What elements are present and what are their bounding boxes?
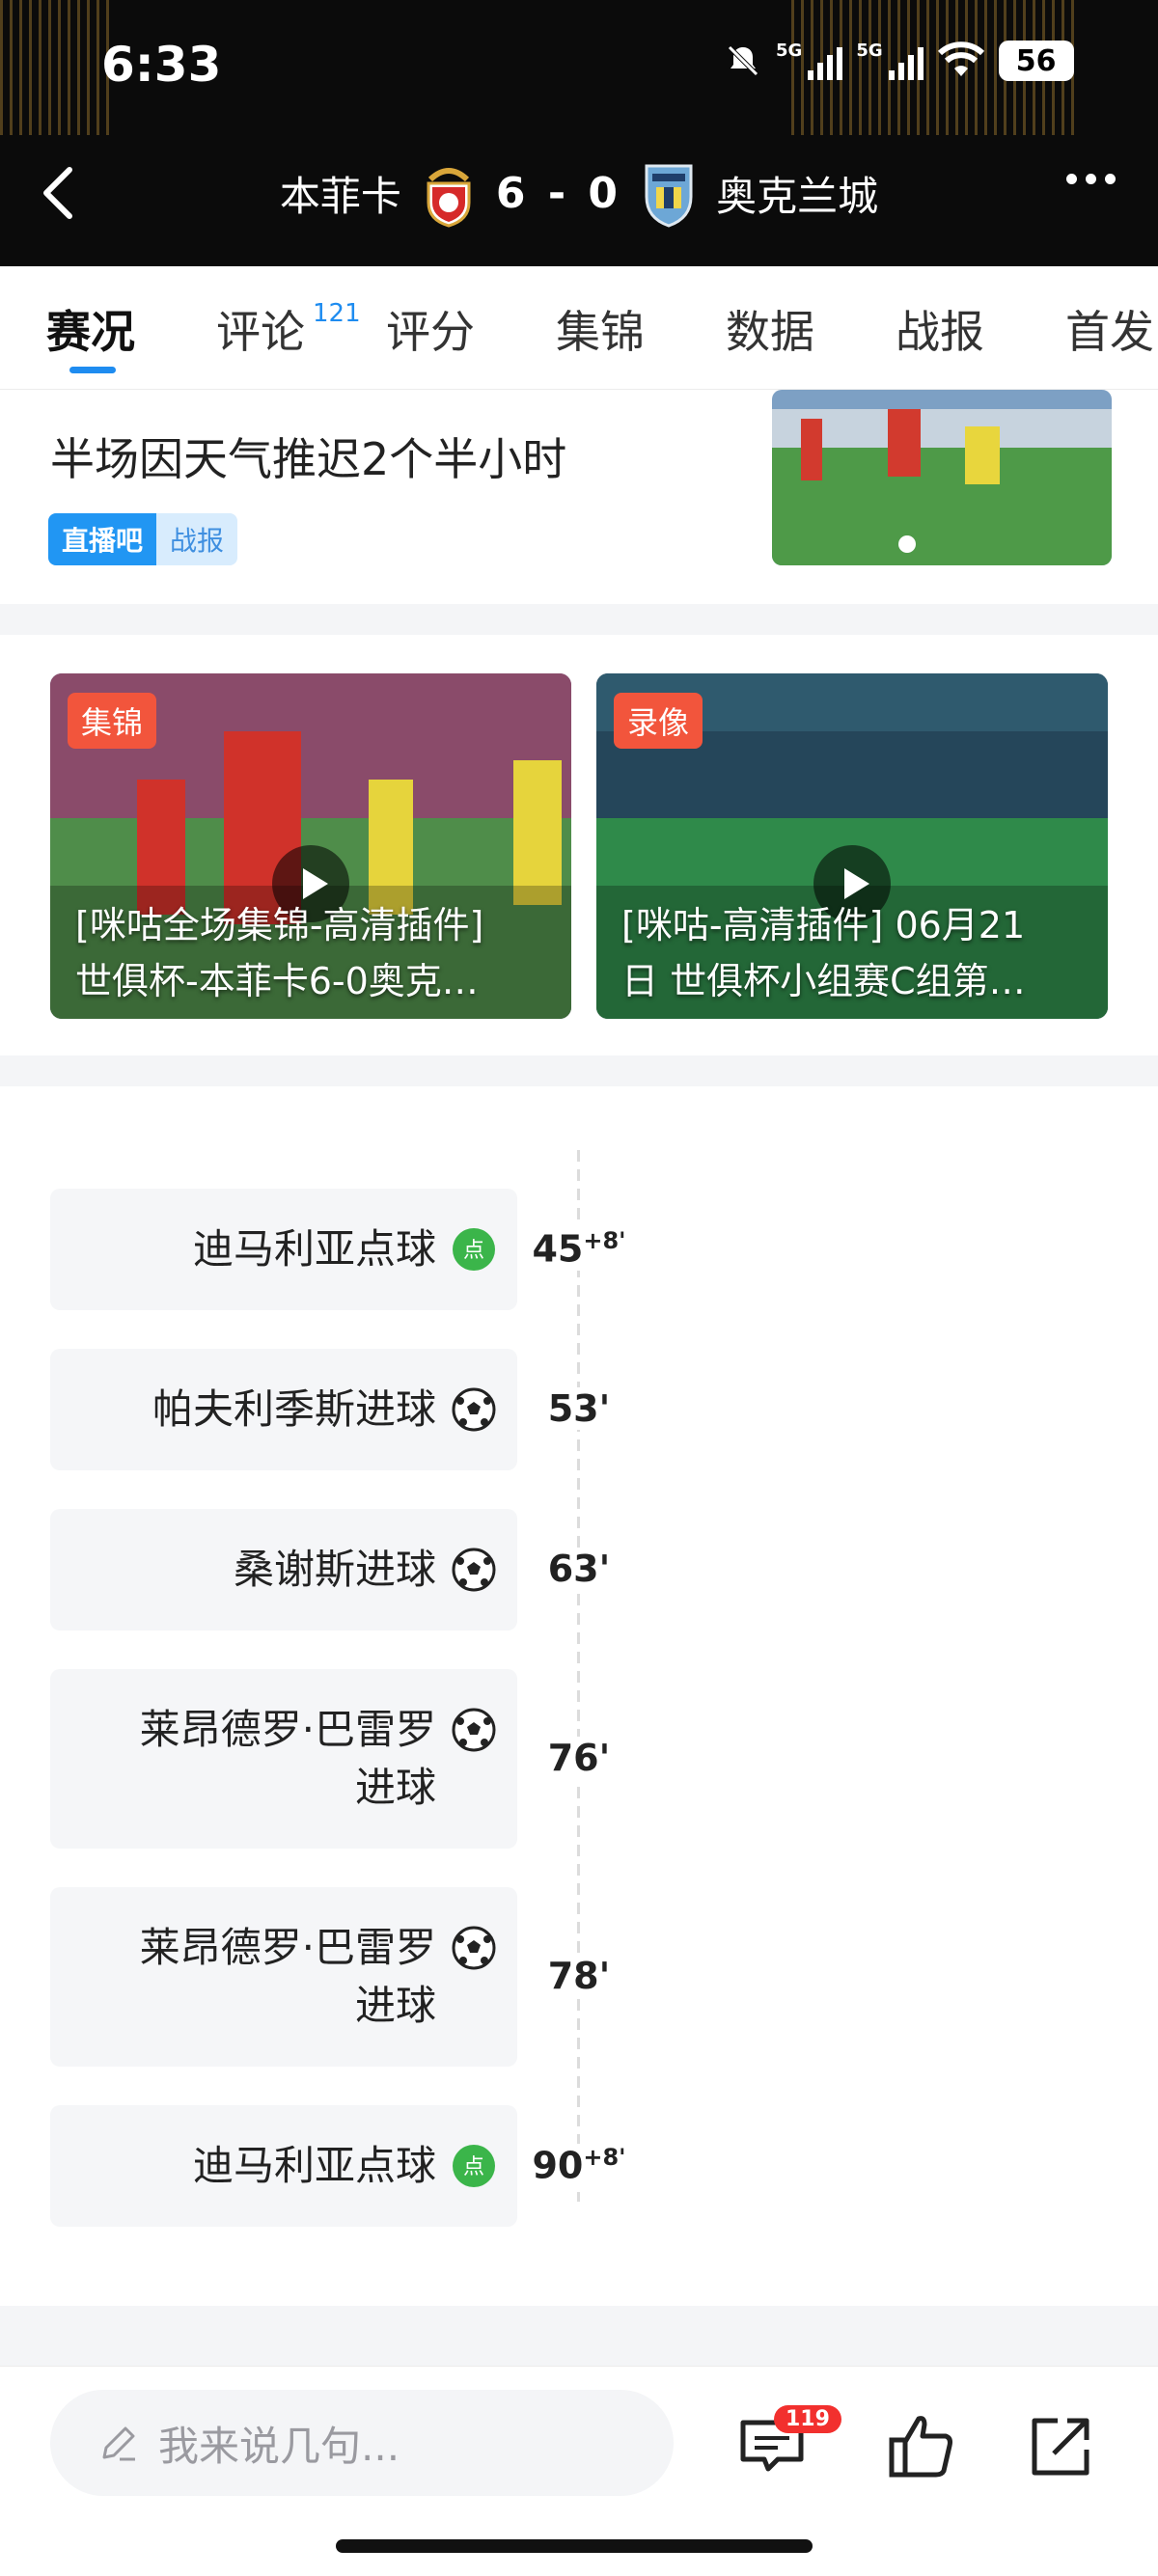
event-text: 桑谢斯进球: [233, 1546, 436, 1593]
svg-text:点: 点: [463, 2155, 484, 2179]
event-text: 帕夫利季斯进球: [152, 1385, 436, 1433]
comment-input[interactable]: 我来说几句...: [50, 2390, 674, 2496]
event-minute: 63': [521, 1548, 637, 1590]
match-score-bar: 本菲卡 6 - 0 奥克兰城: [0, 150, 1158, 236]
events-timeline: 迪马利亚点球 点 45+8' 帕夫利季斯进球 53' 桑谢斯进球 63' 莱昂德…: [0, 1086, 1158, 2306]
match-score: 6 - 0: [495, 168, 622, 218]
network-type-1: 5G: [776, 41, 803, 61]
tab-ratings[interactable]: 评分: [386, 297, 475, 361]
mute-icon: [728, 45, 758, 76]
signal-icon: [808, 41, 843, 80]
tab-stats[interactable]: 数据: [726, 297, 814, 361]
auckland-city-crest-icon: [645, 164, 693, 228]
video-title-line1: [咪咕全场集锦-高清插件]: [75, 904, 484, 946]
news-title: 半场因天气推迟2个半小时: [50, 433, 567, 485]
event-minute: 45+8': [521, 1227, 637, 1271]
news-thumbnail: [772, 390, 1112, 565]
soccer-ball-icon: [452, 1708, 496, 1752]
comments-count-badge: 121: [313, 299, 361, 328]
timeline-event: 莱昂德罗·巴雷罗 进球: [50, 1887, 517, 2067]
timeline-event: 桑谢斯进球: [50, 1509, 517, 1631]
news-type-tag: 战报: [156, 513, 238, 565]
pencil-icon: [102, 2426, 135, 2461]
tab-report[interactable]: 战报: [896, 297, 984, 361]
event-text: 莱昂德罗·巴雷罗 进球: [139, 1706, 436, 1811]
comment-placeholder: 我来说几句...: [158, 2422, 400, 2470]
timeline-event: 迪马利亚点球 点: [50, 1189, 517, 1310]
event-minute: 53': [521, 1387, 637, 1430]
section-divider: [0, 1055, 1158, 1086]
penalty-icon: 点: [453, 1228, 495, 1271]
news-source-tag: 直播吧: [48, 513, 157, 565]
soccer-ball-icon: [452, 1387, 496, 1432]
signal-icon: [888, 41, 924, 80]
battery-level: 56: [998, 41, 1074, 81]
more-options-icon[interactable]: [1066, 174, 1116, 184]
timeline-line: [577, 1150, 580, 2202]
tab-bar: 赛况 评论 121 评分 集锦 数据 战报 首发: [0, 266, 1158, 390]
active-tab-indicator: [69, 367, 116, 373]
svg-text:点: 点: [463, 1239, 484, 1263]
tab-match-live[interactable]: 赛况: [46, 297, 135, 361]
header-pattern-left: [0, 0, 116, 135]
video-card-highlights[interactable]: 集锦 [咪咕全场集锦-高清插件] 世俱杯-本菲卡6-0奥克…: [50, 673, 571, 1019]
home-indicator[interactable]: [336, 2539, 813, 2553]
video-section: 集锦 [咪咕全场集锦-高清插件] 世俱杯-本菲卡6-0奥克… 录像 [咪咕-高清…: [0, 635, 1158, 1055]
video-badge: 集锦: [68, 693, 157, 749]
event-text: 迪马利亚点球: [192, 1225, 436, 1273]
video-card-replay[interactable]: 录像 [咪咕-高清插件] 06月21 日 世俱杯小组赛C组第…: [596, 673, 1108, 1019]
soccer-ball-icon: [452, 1548, 496, 1592]
tab-highlights[interactable]: 集锦: [556, 297, 645, 361]
comment-count-badge: 119: [774, 2405, 841, 2433]
event-text: 迪马利亚点球: [192, 2142, 436, 2189]
match-header: 6:33 5G 5G 56 本菲卡 6 - 0 奥克兰城: [0, 0, 1158, 266]
away-team-name: 奥克兰城: [716, 172, 879, 220]
event-minute: 90+8': [521, 2144, 637, 2187]
news-tags: 直播吧 战报: [48, 513, 238, 565]
video-title-line2: 日 世俱杯小组赛C组第…: [621, 960, 1026, 1002]
soccer-ball-icon: [452, 1926, 496, 1970]
timeline-event: 帕夫利季斯进球: [50, 1349, 517, 1470]
status-time: 6:33: [101, 37, 222, 93]
event-minute: 78': [521, 1955, 637, 1997]
benfica-crest-icon: [427, 168, 471, 228]
home-team-name: 本菲卡: [279, 172, 401, 220]
section-divider: [0, 604, 1158, 635]
video-title-line2: 世俱杯-本菲卡6-0奥克…: [75, 960, 479, 1002]
event-text: 莱昂德罗·巴雷罗 进球: [139, 1924, 436, 2029]
video-title-line1: [咪咕-高清插件] 06月21: [621, 904, 1026, 946]
news-item[interactable]: 半场因天气推迟2个半小时 直播吧 战报: [0, 390, 1158, 604]
section-divider: [0, 2306, 1158, 2366]
tab-lineups[interactable]: 首发: [1065, 297, 1154, 361]
timeline-event: 莱昂德罗·巴雷罗 进球: [50, 1669, 517, 1849]
event-minute: 76': [521, 1737, 637, 1779]
like-icon[interactable]: [886, 2409, 959, 2482]
network-type-2: 5G: [856, 41, 883, 61]
timeline-event: 迪马利亚点球 点: [50, 2105, 517, 2227]
status-icons: 5G 5G 56: [724, 41, 1074, 81]
video-badge: 录像: [614, 693, 703, 749]
penalty-icon: 点: [453, 2145, 495, 2187]
share-icon[interactable]: [1025, 2409, 1098, 2482]
wifi-icon: [937, 41, 984, 76]
tab-comments[interactable]: 评论: [216, 297, 305, 361]
